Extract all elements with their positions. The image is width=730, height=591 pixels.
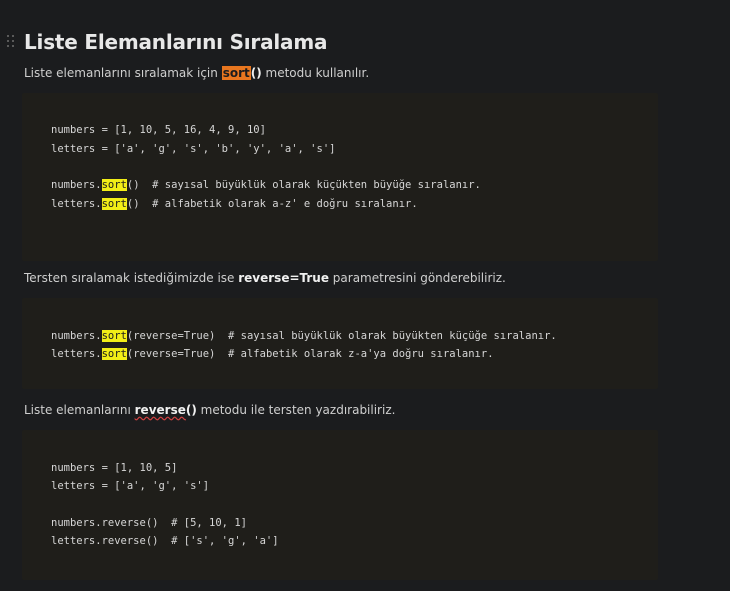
code-line: letters.sort() # alfabetik olarak a-z' e… <box>51 197 418 211</box>
search-highlight: sort <box>101 348 127 360</box>
search-highlight: sort <box>101 330 127 342</box>
paragraph-sort-intro: Liste elemanlarını sıralamak için sort()… <box>24 66 369 80</box>
paragraph-text: Liste elemanlarını sıralamak için <box>24 66 222 80</box>
search-highlight: sort <box>101 198 127 210</box>
code-block-sort-reverse[interactable]: numbers.sort(reverse=True) # sayısal büy… <box>22 298 658 389</box>
code-line: numbers.reverse() # [5, 10, 1] <box>51 517 247 529</box>
paragraph-text: metodu ile tersten yazdırabiliriz. <box>196 403 396 417</box>
code-line: numbers = [1, 10, 5, 16, 4, 9, 10] <box>51 124 266 136</box>
paragraph-reverse-method: Liste elemanlarını reverse() metodu ile … <box>24 403 395 417</box>
code-block-reverse[interactable]: numbers = [1, 10, 5] letters = ['a', 'g'… <box>22 430 658 580</box>
code-text: () # sayısal büyüklük olarak küçükten bü… <box>126 179 481 191</box>
search-highlight: sort <box>221 66 251 80</box>
code-block-sort[interactable]: numbers = [1, 10, 5, 16, 4, 9, 10] lette… <box>22 93 658 261</box>
code-line: numbers.sort(reverse=True) # sayısal büy… <box>51 329 557 343</box>
code-line: numbers.sort() # sayısal büyüklük olarak… <box>51 178 481 192</box>
code-line: numbers = [1, 10, 5] <box>51 462 178 474</box>
drag-handle-icon[interactable] <box>7 35 15 49</box>
paragraph-text: metodu kullanılır. <box>261 66 370 80</box>
code-line: letters = ['a', 'g', 's', 'b', 'y', 'a',… <box>51 143 336 155</box>
bold-text: () <box>185 403 197 417</box>
section-heading: Liste Elemanlarını Sıralama <box>24 30 328 54</box>
bold-text: reverse=True <box>238 271 329 285</box>
paragraph-text: parametresini gönderebiliriz. <box>328 271 506 285</box>
code-text: letters. <box>51 348 102 360</box>
paragraph-text: Tersten sıralamak istediğimizde ise <box>24 271 239 285</box>
code-text: numbers. <box>51 330 102 342</box>
code-line: letters.sort(reverse=True) # alfabetik o… <box>51 347 494 361</box>
bold-text: () <box>250 66 262 80</box>
document-page: Liste Elemanlarını Sıralama Liste eleman… <box>0 0 730 591</box>
search-highlight: sort <box>101 179 127 191</box>
code-text: (reverse=True) # alfabetik olarak z-a'ya… <box>126 348 494 360</box>
paragraph-reverse-param: Tersten sıralamak istediğimizde ise reve… <box>24 271 506 285</box>
code-text: () # alfabetik olarak a-z' e doğru sıral… <box>126 198 418 210</box>
code-text: (reverse=True) # sayısal büyüklük olarak… <box>126 330 557 342</box>
code-text: letters. <box>51 198 102 210</box>
paragraph-text: Liste elemanlarını <box>24 403 135 417</box>
spellcheck-word[interactable]: reverse <box>135 403 186 417</box>
code-text: numbers. <box>51 179 102 191</box>
code-line: letters = ['a', 'g', 's'] <box>51 480 210 492</box>
code-line: letters.reverse() # ['s', 'g', 'a'] <box>51 535 279 547</box>
